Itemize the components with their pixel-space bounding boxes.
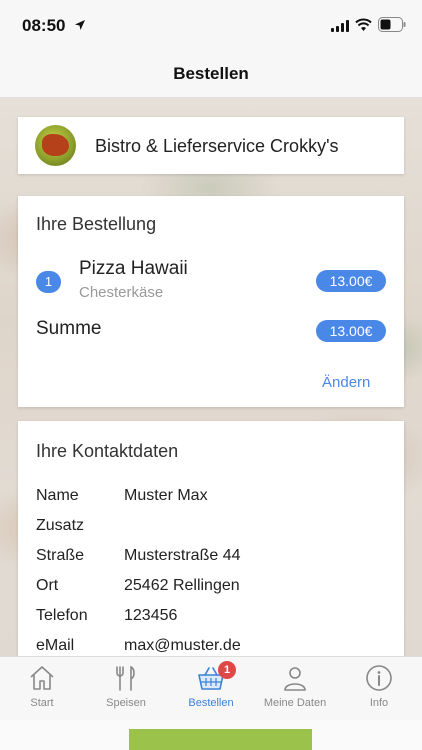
wifi-icon	[355, 18, 372, 31]
contact-label: eMail	[36, 637, 75, 654]
contact-row: Name Muster Max	[36, 487, 386, 507]
tab-bar: Start Speisen 1 Bestellen Meine Daten In…	[0, 656, 422, 720]
order-title: Ihre Bestellung	[36, 214, 157, 234]
nav-bar: Bestellen	[0, 50, 422, 98]
contact-row: Telefon 123456	[36, 607, 386, 627]
contact-row: Zusatz	[36, 517, 386, 537]
tab-meine-daten[interactable]: Meine Daten	[253, 657, 337, 721]
shop-card: Bistro & Lieferservice Crokky's	[18, 117, 404, 174]
contact-value: Muster Max	[124, 487, 208, 504]
tab-start[interactable]: Start	[0, 657, 84, 721]
contact-value: Musterstraße 44	[124, 547, 241, 564]
tab-label: Info	[369, 697, 389, 709]
contact-label: Ort	[36, 577, 59, 594]
shop-name: Bistro & Lieferservice Crokky's	[95, 136, 339, 156]
tab-speisen[interactable]: Speisen	[84, 657, 168, 721]
status-bar: 08:50	[0, 0, 422, 50]
item-variant: Chesterkäse	[79, 284, 164, 301]
edit-order-link[interactable]: Ändern	[322, 374, 370, 391]
tab-label: Meine Daten	[263, 697, 327, 709]
contact-label: Straße	[36, 547, 85, 564]
shop-logo	[35, 125, 76, 166]
contact-value: 123456	[124, 607, 178, 624]
crocodile-logo-icon	[42, 134, 69, 156]
sum-price-badge: 13.00€	[316, 320, 386, 342]
contact-label: Zusatz	[36, 517, 85, 534]
signal-icon	[331, 20, 349, 32]
contact-label: Name	[36, 487, 79, 504]
battery-icon	[378, 17, 406, 32]
contact-row: Ort 25462 Rellingen	[36, 577, 386, 597]
contact-label: Telefon	[36, 607, 88, 624]
cart-count-badge: 1	[218, 661, 236, 679]
contact-row: Straße Musterstraße 44	[36, 547, 386, 567]
info-icon	[366, 665, 392, 691]
page-title: Bestellen	[173, 64, 249, 83]
tab-label: Start	[30, 697, 54, 709]
contact-value: 25462 Rellingen	[124, 577, 240, 594]
contact-row: eMail max@muster.de	[36, 637, 386, 657]
person-icon	[284, 667, 306, 691]
status-time: 08:50	[22, 16, 66, 35]
tab-info[interactable]: Info	[337, 657, 421, 721]
order-action-button[interactable]	[129, 729, 312, 750]
tab-label: Bestellen	[188, 697, 234, 709]
item-price-badge: 13.00€	[316, 270, 386, 292]
contact-title: Ihre Kontaktdaten	[36, 441, 179, 461]
location-arrow-icon	[75, 20, 85, 30]
tab-label: Speisen	[106, 697, 146, 709]
home-icon	[30, 666, 54, 690]
sum-label: Summe	[36, 318, 102, 339]
fork-knife-icon	[116, 665, 135, 691]
item-quantity-badge: 1	[36, 271, 61, 293]
tab-bestellen[interactable]: 1 Bestellen	[169, 657, 253, 721]
item-name: Pizza Hawaii	[79, 258, 188, 279]
contact-value: max@muster.de	[124, 637, 241, 654]
